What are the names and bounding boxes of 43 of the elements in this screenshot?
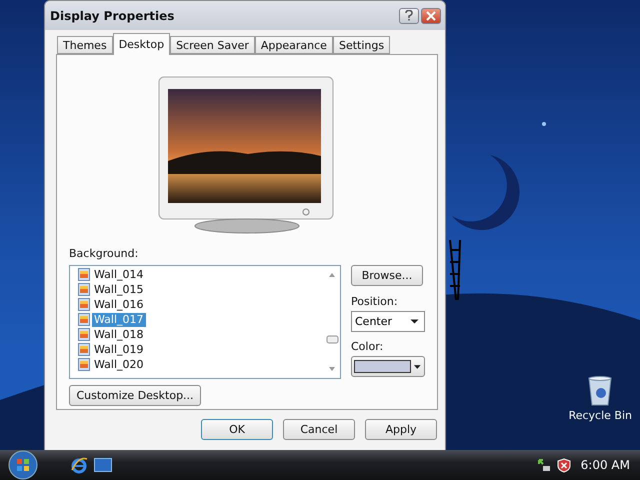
list-item[interactable]: Wall_016 [78,297,324,312]
tab[interactable]: Desktop [112,33,170,55]
desktop-window-icon[interactable] [94,458,112,472]
image-file-icon [78,343,90,356]
tab[interactable]: Appearance [254,36,333,54]
tab[interactable]: Themes [57,36,113,54]
dialog-button[interactable]: Apply [365,419,437,440]
network-icon[interactable] [536,458,551,472]
image-file-icon [78,328,90,341]
image-file-icon [78,358,90,371]
question-mark-icon [405,10,413,21]
background-label: Background: [69,247,140,260]
desktop-icon-label: Recycle Bin [568,409,632,422]
close-icon [426,10,436,20]
dialog-button[interactable]: Cancel [283,419,355,440]
clock[interactable]: 6:00 AM [580,458,630,472]
help-button[interactable] [399,8,419,24]
color-label: Color: [351,340,384,353]
dropdown-arrow-icon [413,364,422,370]
color-picker-button[interactable] [351,356,425,377]
image-file-icon [78,283,90,296]
list-item[interactable]: Wall_015 [78,282,324,297]
position-dropdown[interactable]: Center [351,311,425,332]
image-file-icon [78,313,90,326]
dialog-button[interactable]: OK [201,419,273,440]
tab[interactable]: Screen Saver [170,36,255,54]
position-label: Position: [351,295,399,308]
browser-icon[interactable] [70,456,88,474]
list-item[interactable]: Wall_014 [78,267,324,282]
image-file-icon [78,298,90,311]
customize-desktop-button[interactable]: Customize Desktop... [69,385,201,406]
list-item[interactable]: Wall_019 [78,342,324,357]
close-button[interactable] [421,8,441,24]
list-item[interactable]: Wall_018 [78,327,324,342]
browse-button[interactable]: Browse... [351,265,423,286]
tab[interactable]: Settings [332,36,390,54]
image-file-icon [78,268,90,281]
dropdown-arrow-icon [410,319,419,324]
window-title: Display Properties [50,8,176,22]
list-item[interactable]: Wall_020 [78,357,324,372]
security-shield-icon[interactable] [556,458,571,472]
start-orb-icon[interactable] [8,450,38,480]
recycle-bin-icon[interactable] [588,376,612,406]
